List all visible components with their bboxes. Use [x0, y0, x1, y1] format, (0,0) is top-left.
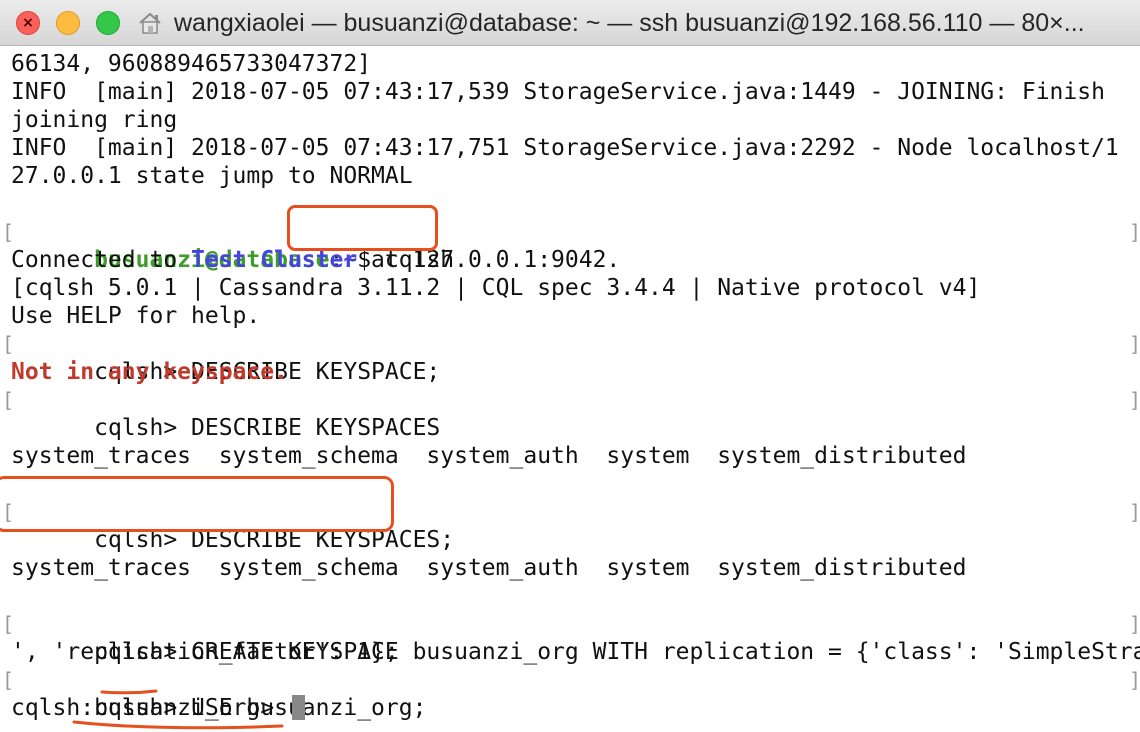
mark-bracket-left: [ [2, 500, 15, 524]
mark-bracket-left: [ [2, 332, 15, 356]
mark-bracket-right: ] [1129, 612, 1140, 636]
keyspace-list-line: system_traces system_schema system_auth … [11, 442, 1136, 470]
mark-bracket-left: [ [2, 668, 15, 692]
line-text: ', 'replication_factor': 1}; [11, 639, 399, 665]
close-button[interactable]: × [16, 11, 40, 35]
line-text: [cqlsh 5.0.1 | Cassandra 3.11.2 | CQL sp… [11, 275, 981, 301]
terminal-window: × wangxiaolei — busuanzi@database: ~ — s… [0, 0, 1140, 732]
mark-bracket-right: ] [1129, 220, 1140, 244]
mark-bracket-right: ] [1129, 668, 1140, 692]
connected-suffix: at 127.0.0.1:9042. [357, 247, 621, 273]
cqlsh-command-line: [cqlsh> CREATE KEYSPACE busuanzi_org WIT… [2, 610, 1140, 665]
terminal-output[interactable]: 66134, 960889465733047372] INFO [main] 2… [2, 50, 1140, 722]
active-prompt-line[interactable]: cqlsh:busuanzi_org> [11, 694, 1136, 722]
mark-bracket-left: [ [2, 220, 15, 244]
line-text: system_traces system_schema system_auth … [11, 443, 967, 469]
terminal-line: 27.0.0.1 state jump to NORMAL [11, 162, 1136, 190]
cqlsh-command-line: [cqlsh> DESCRIBE KEYSPACES ] [2, 386, 1140, 441]
terminal-line: ', 'replication_factor': 1}; [11, 638, 1136, 666]
line-text: INFO [main] 2018-07-05 07:43:17,539 Stor… [11, 79, 1105, 105]
mark-bracket-right: ] [1129, 388, 1140, 412]
terminal-line: INFO [main] 2018-07-05 07:43:17,539 Stor… [11, 78, 1136, 106]
error-text: Not in any keyspace. [11, 359, 288, 385]
cqlsh-command-line: [cqlsh> DESCRIBE KEYSPACES; ] [2, 498, 1140, 553]
cqlsh-command-line: [cqlsh> USE busuanzi_org; ] [2, 666, 1140, 721]
minimize-button[interactable] [56, 11, 80, 35]
terminal-line: [cqlsh 5.0.1 | Cassandra 3.11.2 | CQL sp… [11, 274, 1136, 302]
mark-bracket-left: [ [2, 388, 15, 412]
terminal-line: Use HELP for help. [11, 302, 1136, 330]
line-text: INFO [main] 2018-07-05 07:43:17,751 Stor… [11, 135, 1119, 161]
line-text: 66134, 960889465733047372] [11, 51, 372, 77]
terminal-line: INFO [main] 2018-07-05 07:43:17,751 Stor… [11, 134, 1136, 162]
line-text: joining ring [11, 107, 178, 133]
shell-prompt-line: [busuanzi@database:~$ cqlsh ] [2, 218, 1140, 273]
zoom-button[interactable] [96, 11, 120, 35]
terminal-line: 66134, 960889465733047372] [11, 50, 1136, 78]
connected-prefix: Connected to [11, 247, 192, 273]
mark-bracket-right: ] [1129, 332, 1140, 356]
terminal-line: joining ring [11, 106, 1136, 134]
connected-line: Connected to Test Cluster at 127.0.0.1:9… [11, 246, 1136, 274]
window-title: wangxiaolei — busuanzi@database: ~ — ssh… [174, 9, 1085, 37]
keyspace-list-line: system_traces system_schema system_auth … [11, 554, 1136, 582]
home-folder-icon [139, 12, 161, 34]
cluster-name: Test Cluster [191, 247, 358, 273]
cqlsh-prompt: cqlsh:busuanzi_org> [11, 695, 288, 721]
mark-bracket-left: [ [2, 612, 15, 636]
text-cursor [291, 695, 305, 720]
close-icon: × [22, 15, 34, 31]
mark-bracket-right: ] [1129, 500, 1140, 524]
error-line: Not in any keyspace. [11, 358, 1136, 386]
cqlsh-command-line: [cqlsh> DESCRIBE KEYSPACE; ] [2, 330, 1140, 385]
line-text: system_traces system_schema system_auth … [11, 555, 967, 581]
line-text: 27.0.0.1 state jump to NORMAL [11, 163, 413, 189]
title-bar[interactable]: × wangxiaolei — busuanzi@database: ~ — s… [0, 0, 1140, 46]
line-text: Use HELP for help. [11, 303, 261, 329]
